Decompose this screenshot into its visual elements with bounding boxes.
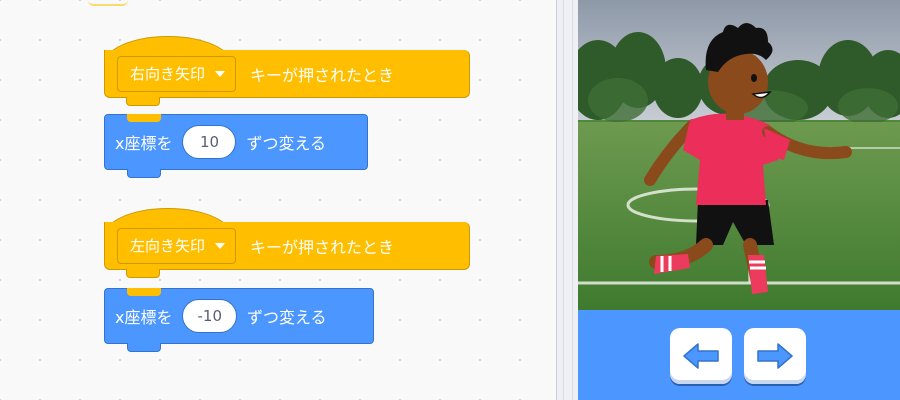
hat-notch (126, 269, 160, 278)
change-x-value-input[interactable]: 10 (182, 125, 237, 159)
key-dropdown-value: 右向き矢印 (130, 65, 206, 83)
left-arrow-icon (683, 343, 719, 369)
event-label: キーが押されたとき (250, 237, 395, 257)
stage[interactable] (578, 0, 900, 310)
change-x-block-right[interactable]: x座標を 10 ずつ変える (104, 114, 368, 178)
when-key-pressed-block-right[interactable]: 右向き矢印 キーが押されたとき (104, 36, 470, 106)
change-x-suffix: ずつ変える (246, 308, 327, 327)
block-notch-bottom (127, 169, 161, 178)
key-dropdown-value: 左向き矢印 (130, 237, 206, 255)
chevron-down-icon (215, 242, 226, 249)
soccer-field-backdrop (578, 0, 900, 310)
hat-notch (126, 97, 160, 106)
hat-body: 左向き矢印 キーが押されたとき (104, 222, 470, 270)
left-arrow-button[interactable] (670, 328, 732, 384)
change-x-suffix: ずつ変える (246, 134, 327, 153)
change-x-label: x座標を (115, 134, 173, 153)
code-area[interactable]: 右向き矢印 キーが押されたとき x座標を 10 ずつ変える 左向き矢印 キーが押… (0, 0, 556, 400)
right-arrow-button[interactable] (744, 328, 806, 384)
key-dropdown[interactable]: 左向き矢印 (117, 227, 237, 264)
change-x-value-input[interactable]: -10 (182, 299, 237, 333)
right-arrow-icon (757, 343, 793, 369)
stage-controls-bar (578, 310, 900, 400)
chevron-down-icon (215, 70, 226, 77)
change-x-label: x座標を (115, 308, 173, 327)
panel-divider (556, 0, 578, 400)
hat-body: 右向き矢印 キーが押されたとき (104, 50, 470, 98)
key-dropdown[interactable]: 右向き矢印 (117, 55, 237, 92)
change-x-block-left[interactable]: x座標を -10 ずつ変える (104, 288, 374, 352)
block-notch-top (127, 288, 161, 296)
block-notch-top (127, 114, 161, 122)
block-notch-bottom (127, 343, 161, 352)
event-label: キーが押されたとき (250, 65, 395, 85)
when-key-pressed-block-left[interactable]: 左向き矢印 キーが押されたとき (104, 208, 470, 278)
offscreen-block-edge (88, 0, 128, 6)
